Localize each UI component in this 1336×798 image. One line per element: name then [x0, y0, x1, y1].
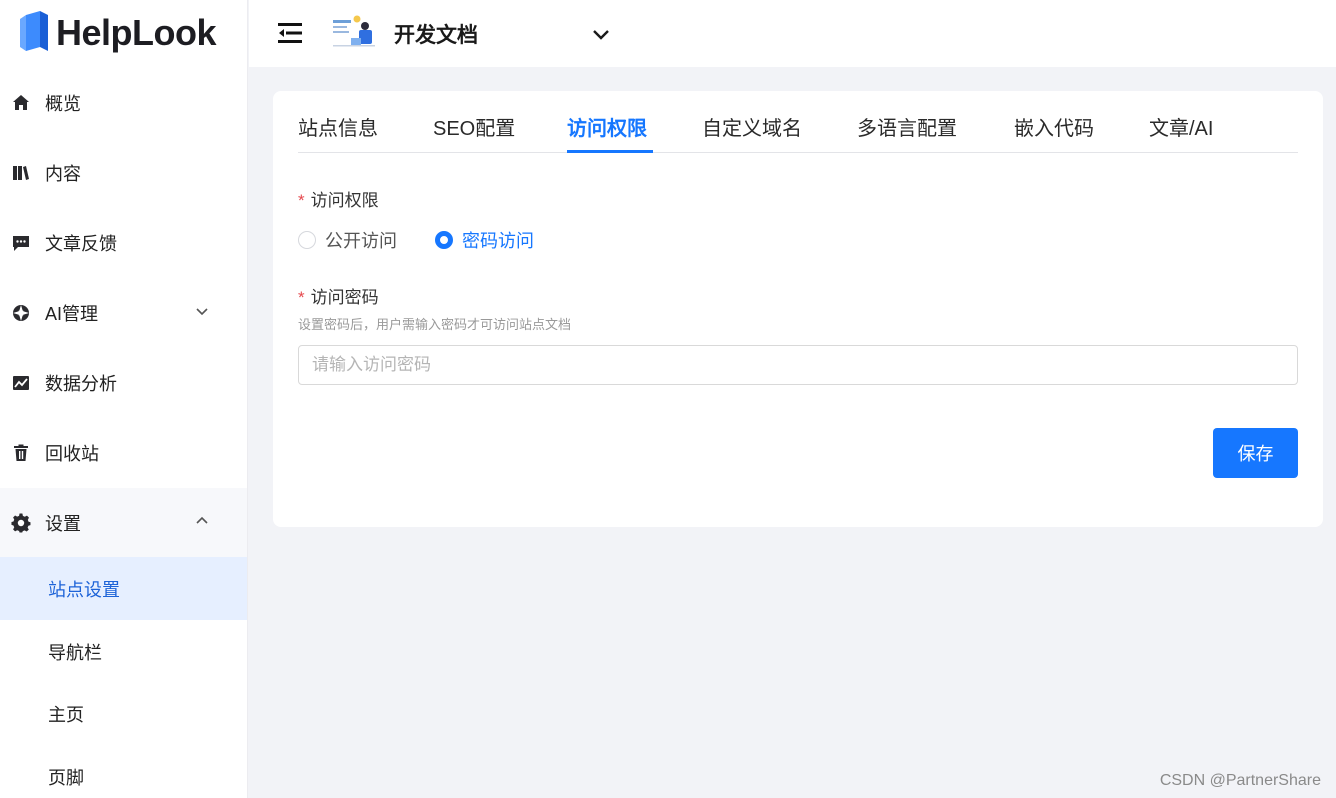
top-header: 开发文档: [249, 0, 1336, 67]
sidebar-item-ai[interactable]: AI管理: [0, 278, 247, 348]
password-input[interactable]: [298, 345, 1298, 385]
tab-article-ai[interactable]: 文章/AI: [1149, 112, 1213, 141]
trash-icon: [11, 443, 31, 463]
sidebar-item-label: 设置: [45, 514, 81, 534]
sidebar-subitem-homepage[interactable]: 主页: [0, 682, 247, 745]
radio-circle: [435, 231, 453, 249]
tab-site-info[interactable]: 站点信息: [298, 112, 378, 141]
tab-access[interactable]: 访问权限: [567, 112, 647, 141]
settings-tabs: 站点信息 SEO配置 访问权限 自定义域名 多语言配置 嵌入代码 文章/AI: [298, 91, 1298, 153]
chevron-down-icon: [195, 304, 209, 318]
radio-circle: [298, 231, 316, 249]
sidebar-item-label: 文章反馈: [45, 234, 117, 254]
logo-icon: [20, 11, 48, 51]
chevron-up-icon: [195, 514, 209, 528]
logo-text: HelpLook: [56, 12, 217, 53]
active-tab-indicator: [567, 150, 653, 153]
sidebar-item-content[interactable]: 内容: [0, 138, 247, 208]
sidebar-item-label: AI管理: [45, 304, 99, 324]
tab-multilang[interactable]: 多语言配置: [857, 112, 957, 141]
radio-label: 密码访问: [462, 231, 534, 251]
chart-icon: [11, 373, 31, 393]
sidebar-item-trash[interactable]: 回收站: [0, 418, 247, 488]
tab-seo[interactable]: SEO配置: [433, 112, 515, 141]
tab-embed-code[interactable]: 嵌入代码: [1014, 112, 1094, 141]
save-button[interactable]: 保存: [1213, 428, 1298, 478]
sidebar-item-label: 回收站: [45, 444, 99, 464]
password-label: * 访问密码: [298, 288, 379, 307]
sidebar-item-settings[interactable]: 设置: [0, 488, 247, 558]
doc-thumbnail: [331, 14, 377, 50]
helplook-logo[interactable]: HelpLook: [18, 8, 217, 58]
sidebar-item-label: 概览: [45, 94, 81, 114]
password-hint: 设置密码后，用户需输入密码才可访问站点文档: [298, 317, 572, 332]
required-mark: *: [298, 288, 305, 307]
watermark: CSDN @PartnerShare: [1159, 772, 1321, 789]
books-icon: [11, 163, 31, 183]
chevron-down-icon[interactable]: [589, 22, 613, 46]
sidebar-item-label: 数据分析: [45, 374, 117, 394]
sidebar-subitem-site-settings[interactable]: 站点设置: [0, 557, 247, 620]
comment-icon: [11, 233, 31, 253]
sidebar-subitem-footer[interactable]: 页脚: [0, 745, 247, 798]
home-icon: [11, 93, 31, 113]
menu-collapse-icon[interactable]: [277, 20, 303, 46]
ai-icon: [11, 303, 31, 323]
doc-title: 开发文档: [394, 24, 478, 47]
sidebar-item-feedback[interactable]: 文章反馈: [0, 208, 247, 278]
gear-icon: [11, 513, 31, 533]
sidebar: HelpLook 概览 内容 文章反馈 AI管理 数据分析 回收站 设置 站点设…: [0, 0, 248, 798]
sidebar-item-label: 内容: [45, 164, 81, 184]
settings-card: 站点信息 SEO配置 访问权限 自定义域名 多语言配置 嵌入代码 文章/AI *…: [273, 91, 1323, 527]
radio-label: 公开访问: [325, 231, 397, 251]
access-label: * 访问权限: [298, 191, 379, 210]
radio-password-access[interactable]: 密码访问: [435, 227, 534, 253]
radio-public-access[interactable]: 公开访问: [298, 227, 397, 253]
tab-custom-domain[interactable]: 自定义域名: [702, 112, 802, 141]
sidebar-subitem-navbar[interactable]: 导航栏: [0, 620, 247, 683]
sidebar-item-overview[interactable]: 概览: [0, 68, 247, 138]
required-mark: *: [298, 191, 305, 210]
sidebar-item-analytics[interactable]: 数据分析: [0, 348, 247, 418]
